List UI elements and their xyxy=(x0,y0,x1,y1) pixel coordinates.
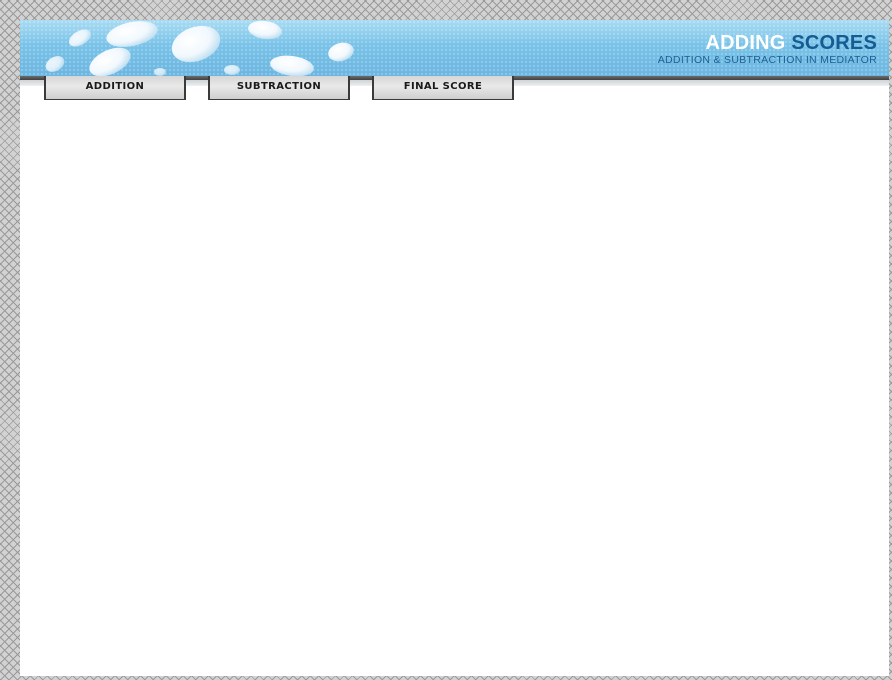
content-area xyxy=(20,100,889,676)
bubbles-graphic xyxy=(45,20,354,76)
bubble-shape xyxy=(270,55,314,76)
bubble-shape xyxy=(89,47,131,76)
header-title-block: ADDING SCORES ADDITION & SUBTRACTION IN … xyxy=(658,33,877,66)
tab-addition-label: ADDITION xyxy=(85,81,145,92)
bubble-shape xyxy=(328,42,354,62)
nav-bar: ADDITION SUBTRACTION FINAL SCORE xyxy=(20,76,889,100)
bubble-shape xyxy=(154,68,166,76)
bubble-shape xyxy=(224,65,240,75)
page-title: ADDING SCORES xyxy=(658,33,877,53)
tab-addition[interactable]: ADDITION xyxy=(44,76,186,100)
page-title-part2: SCORES xyxy=(791,32,877,54)
page-title-part1: ADDING xyxy=(705,32,786,54)
app-window: ADDING SCORES ADDITION & SUBTRACTION IN … xyxy=(20,20,889,676)
tab-subtraction-label: SUBTRACTION xyxy=(236,81,322,92)
tab-subtraction[interactable]: SUBTRACTION xyxy=(208,76,350,100)
tab-final-score[interactable]: FINAL SCORE xyxy=(372,76,514,100)
bubble-shape xyxy=(45,56,65,72)
bubble-shape xyxy=(106,21,158,47)
tab-final-score-label: FINAL SCORE xyxy=(403,81,483,92)
bubble-shape xyxy=(171,25,221,63)
bubble-shape xyxy=(69,29,91,47)
page-subtitle: ADDITION & SUBTRACTION IN MEDIATOR xyxy=(657,54,877,66)
header-banner: ADDING SCORES ADDITION & SUBTRACTION IN … xyxy=(20,20,889,76)
bubble-shape xyxy=(248,20,282,40)
